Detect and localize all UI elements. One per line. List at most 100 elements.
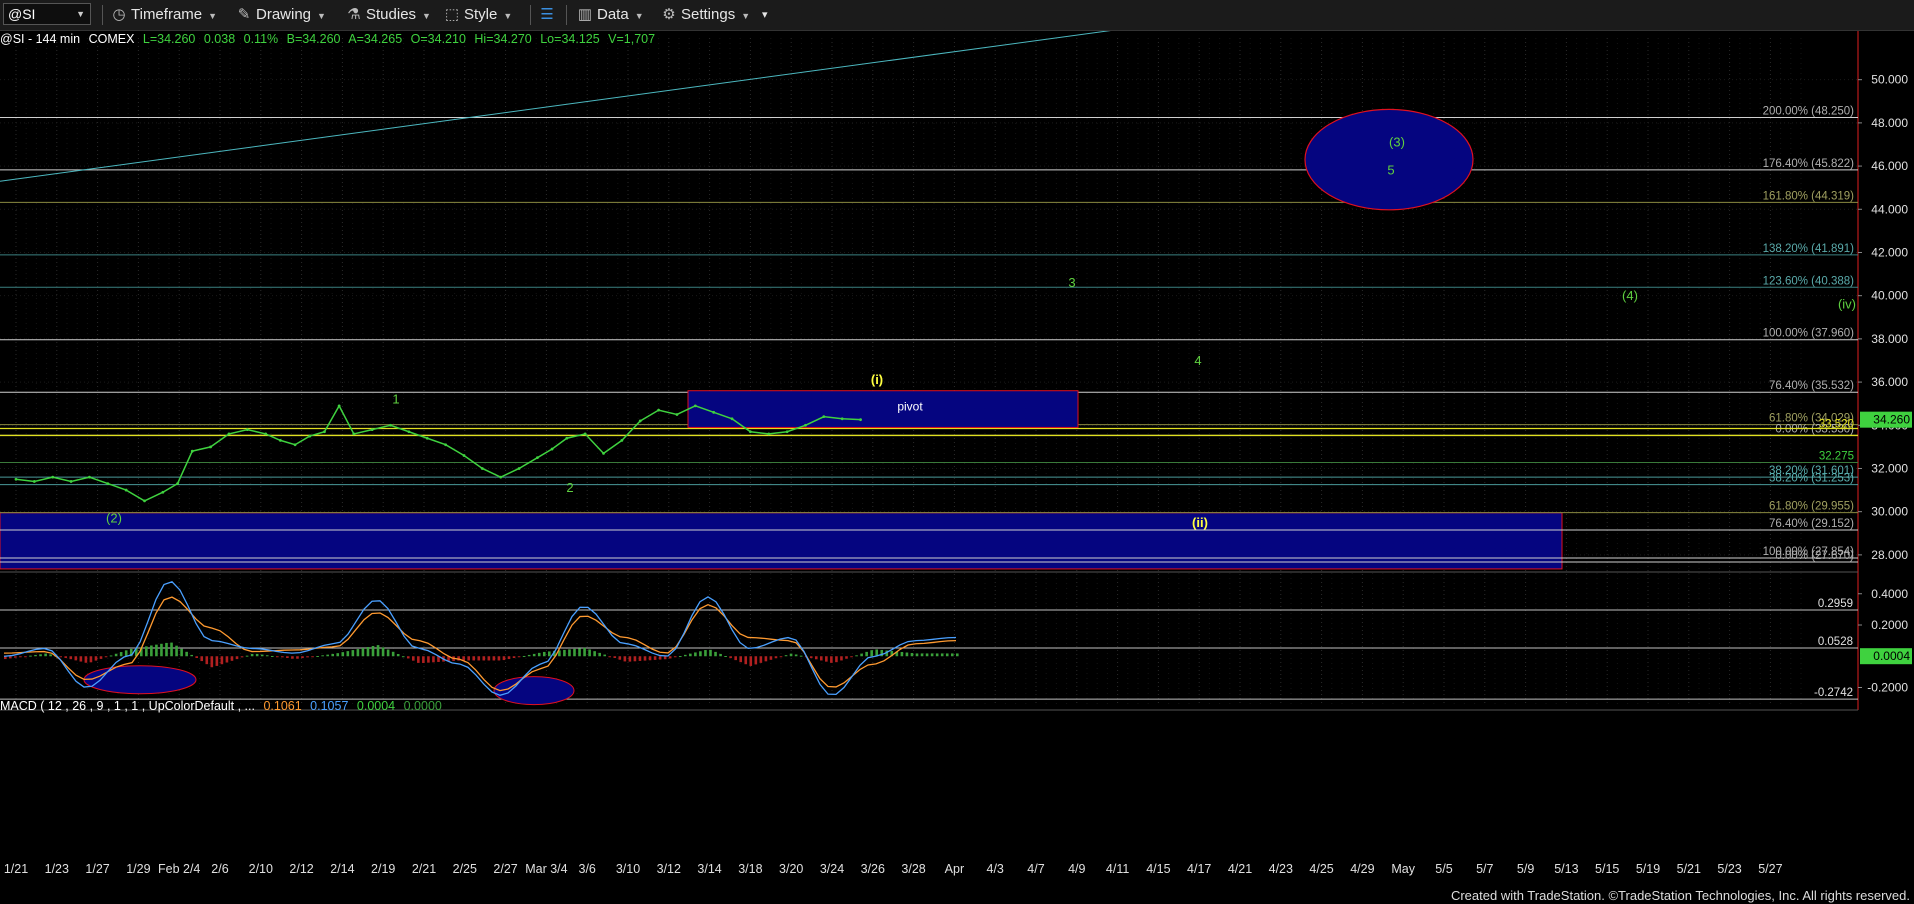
macd-histogram-bar (648, 656, 652, 661)
symbol-selector[interactable]: @SI ▼ (3, 3, 91, 25)
time-axis-label: Mar 3/4 (525, 862, 567, 876)
macd-histogram-bar (29, 655, 32, 657)
time-axis-label: 2/21 (412, 862, 436, 876)
price-point (565, 436, 569, 440)
time-axis-label: 4/9 (1068, 862, 1085, 876)
macd-histogram-bar (94, 656, 98, 661)
macd-histogram-bar (915, 653, 919, 657)
macd-histogram-bar (940, 653, 944, 657)
macd-histogram-bar (573, 648, 576, 657)
time-axis-label: 3/26 (861, 862, 885, 876)
bar-chart-icon: ▥ (577, 6, 593, 23)
macd-histogram-bar (643, 656, 647, 661)
macd-histogram-bar (331, 653, 335, 657)
price-point (444, 443, 448, 447)
macd-histogram-bar (376, 645, 380, 657)
macd-histogram-bar (44, 653, 47, 657)
time-axis-label: 4/15 (1146, 862, 1170, 876)
price-point (712, 410, 716, 414)
price-point (822, 415, 826, 419)
price-point (767, 432, 771, 436)
symbol-status-bar: @SI - 144 min COMEX L=34.260 0.038 0.11%… (0, 32, 660, 48)
price-point (227, 432, 231, 436)
macd-histogram-bar (830, 656, 833, 663)
macd-histogram-bar (537, 652, 541, 657)
macd-axis-label: 0.4000 (1871, 587, 1908, 601)
price-axis-label: 42.000 (1871, 245, 1908, 259)
price-axis-label: 44.000 (1871, 202, 1908, 216)
macd-histogram-bar (296, 656, 299, 659)
price-point (190, 449, 194, 453)
time-axis-label: 5/21 (1677, 862, 1701, 876)
wave-label: (3) (1389, 135, 1405, 150)
more-button[interactable]: ▾ (762, 4, 768, 26)
macd-histogram-bar (618, 656, 622, 660)
studies-button[interactable]: ⚗ Studies ▼ (345, 4, 431, 26)
macd-histogram-bar (412, 656, 415, 661)
macd-last-label: 0.0004 (1873, 649, 1910, 663)
settings-button[interactable]: ⚙ Settings ▼ (660, 4, 750, 26)
macd-value: 0.1061 (263, 699, 302, 713)
wave-label: (2) (106, 510, 122, 525)
chevron-down-icon: ▼ (503, 11, 513, 21)
macd-histogram-bar (628, 656, 632, 662)
macd-panel (0, 575, 1858, 700)
price-point (638, 419, 642, 423)
price-point (176, 482, 179, 485)
time-axis-label: 5/23 (1717, 862, 1741, 876)
macd-histogram-bar (34, 654, 37, 657)
macd-histogram-bar (79, 656, 83, 662)
macd-histogram-bar (336, 653, 340, 657)
support-price-label: 33.520 (1819, 419, 1854, 431)
chevron-down-icon: ▼ (208, 11, 218, 21)
macd-histogram-bar (39, 654, 42, 657)
price-point (370, 428, 374, 431)
time-axis-label: 4/17 (1187, 862, 1211, 876)
price-point (480, 467, 484, 470)
macd-histogram-bar (920, 653, 924, 657)
layout-button[interactable]: ☰ (538, 4, 559, 26)
macd-histogram-bar (235, 656, 239, 660)
drawing-button[interactable]: ✎ Drawing ▼ (235, 4, 326, 26)
macd-histogram-bar (145, 646, 148, 657)
macd-histogram-bar (467, 656, 471, 661)
macd-histogram-bar (346, 651, 350, 657)
macd-histogram-bar (935, 653, 939, 657)
time-axis-label: Apr (945, 862, 964, 876)
macd-histogram-bar (749, 656, 753, 666)
macd-histogram-bar (724, 656, 727, 658)
time-axis-label: 3/6 (579, 862, 596, 876)
chart-toolbar: @SI ▼ ◷ Timeframe ▼ ✎ Drawing ▼ ⚗ Studies ▼ ⬚ S… (0, 0, 1914, 31)
macd-histogram-bar (14, 656, 17, 658)
macd-histogram-bar (104, 656, 108, 658)
pencil-icon: ✎ (237, 6, 251, 23)
macd-histogram-bar (734, 656, 737, 661)
macd-histogram-bar (583, 647, 586, 657)
price-point (499, 475, 503, 479)
macd-histogram-bar (255, 653, 259, 657)
wave-label: (iv) (1838, 297, 1856, 312)
price-point (389, 423, 392, 427)
price-point (749, 430, 752, 434)
price-point (209, 445, 213, 449)
price-point (407, 430, 411, 434)
timeframe-button[interactable]: ◷ Timeframe ▼ (110, 4, 217, 26)
time-axis-label: May (1391, 862, 1415, 876)
macd-histogram-bar (270, 655, 274, 657)
drawing-label: Drawing (256, 6, 312, 23)
price-point (278, 439, 282, 442)
data-button[interactable]: ▥ Data ▼ (576, 4, 644, 26)
macd-histogram-bar (276, 656, 279, 658)
macd-histogram-bar (245, 655, 249, 657)
macd-divergence-ellipse (493, 676, 575, 706)
style-button[interactable]: ⬚ Style ▼ (443, 4, 512, 26)
chart-canvas[interactable]: 200.00% (48.250)176.40% (45.822)161.80% … (0, 0, 1914, 904)
wave-label: 1 (392, 392, 399, 407)
pivot-label: pivot (897, 400, 923, 414)
macd-histogram-bar (512, 656, 516, 659)
gear-icon: ⚙ (662, 6, 676, 23)
macd-histogram-bar (633, 656, 637, 662)
price-axis-label: 30.000 (1871, 505, 1908, 519)
macd-histogram-bar (522, 655, 526, 657)
macd-histogram-bar (175, 645, 178, 657)
